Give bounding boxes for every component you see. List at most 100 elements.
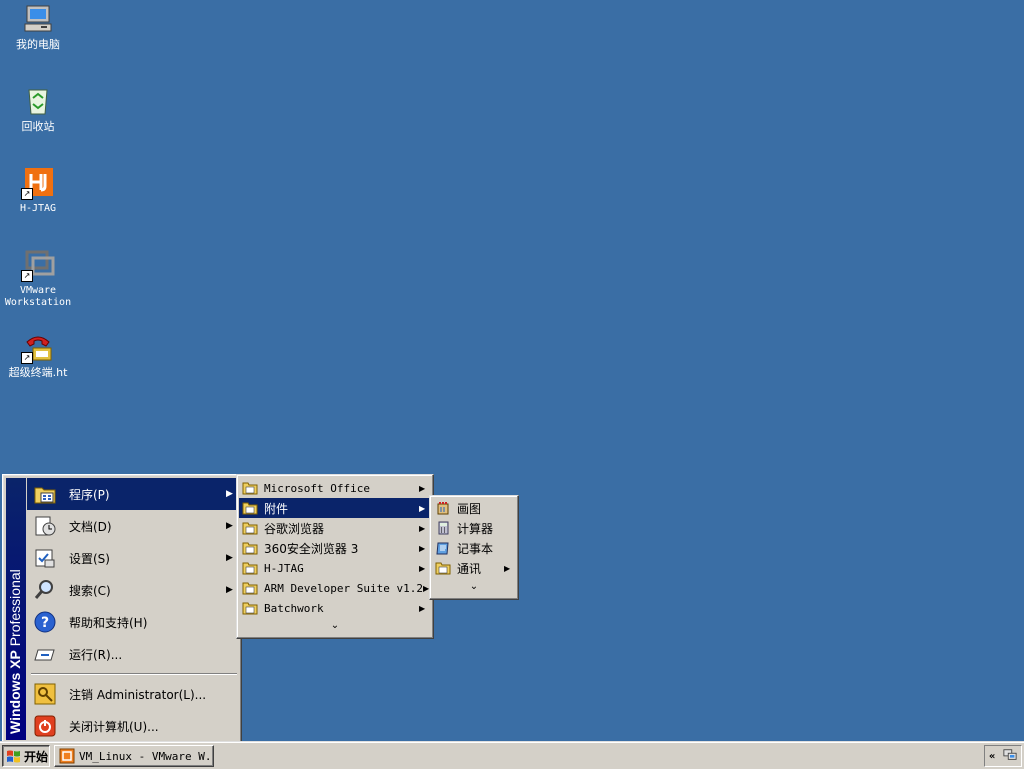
- folder-icon: [242, 561, 258, 575]
- accessories-item-paint[interactable]: 画图: [432, 498, 516, 518]
- desktop-icon-label-line2: Workstation: [4, 297, 72, 308]
- start-menu: Windows XP Professional 程序(P) ▶ 文档(D) ▶ …: [2, 474, 242, 744]
- taskbar: 开始 VM_Linux - VMware W... «: [0, 741, 1024, 769]
- settings-icon: [33, 546, 57, 570]
- shortcut-arrow-icon: ↗: [21, 188, 33, 200]
- accessories-item-notepad[interactable]: 记事本: [432, 538, 516, 558]
- accessories-item-communications[interactable]: 通讯 ▶: [432, 558, 516, 578]
- desktop-icon-hyperterminal[interactable]: ↗ 超级终端.ht: [0, 330, 76, 379]
- tray-expand-chevron-icon[interactable]: «: [989, 751, 995, 762]
- expand-menu-chevron-icon[interactable]: ⌄: [430, 580, 518, 594]
- start-item-label: 文档(D): [69, 519, 112, 534]
- start-item-label: 帮助和支持(H): [69, 615, 148, 630]
- start-item-programs[interactable]: 程序(P) ▶: [27, 478, 238, 510]
- submenu-arrow-icon: ▶: [226, 521, 233, 531]
- run-icon: [33, 642, 57, 666]
- accessories-item-label: 记事本: [457, 541, 494, 556]
- banner-edition: Professional: [7, 569, 23, 647]
- start-item-label: 设置(S): [69, 551, 110, 566]
- desktop-icon-my-computer[interactable]: 我的电脑: [0, 2, 76, 51]
- programs-item-arm-developer-suite[interactable]: ARM Developer Suite v1.2 ▶: [239, 578, 431, 598]
- start-item-settings[interactable]: 设置(S) ▶: [27, 542, 238, 574]
- desktop-icon-recycle-bin[interactable]: 回收站: [0, 84, 76, 133]
- accessories-item-calculator[interactable]: 计算器: [432, 518, 516, 538]
- start-item-label: 运行(R)...: [69, 647, 123, 662]
- vmware-icon: [59, 748, 75, 764]
- accessories-submenu: 画图 计算器 记事本 通讯 ▶ ⌄: [429, 495, 519, 600]
- programs-item-360-browser[interactable]: 360安全浏览器 3 ▶: [239, 538, 431, 558]
- desktop-icon-hjtag[interactable]: ↗ H-JTAG: [0, 166, 76, 215]
- network-tray-icon[interactable]: [1003, 748, 1017, 765]
- programs-item-label: H-JTAG: [264, 561, 304, 575]
- start-item-label: 搜索(C): [69, 583, 111, 598]
- accessories-item-label: 计算器: [457, 521, 494, 536]
- start-button-label: 开始: [24, 749, 49, 764]
- folder-icon: [435, 561, 451, 575]
- start-item-search[interactable]: 搜索(C) ▶: [27, 574, 238, 606]
- folder-icon: [242, 481, 258, 495]
- programs-item-label: 360安全浏览器 3: [264, 541, 359, 556]
- submenu-arrow-icon: ▶: [419, 603, 426, 613]
- expand-menu-chevron-icon[interactable]: ⌄: [237, 619, 433, 633]
- notepad-icon: [435, 541, 451, 555]
- programs-icon: [33, 482, 57, 506]
- programs-item-label: 谷歌浏览器: [264, 521, 325, 536]
- system-tray: «: [984, 745, 1022, 767]
- start-item-logoff[interactable]: 注销 Administrator(L)...: [27, 678, 238, 710]
- folder-icon: [242, 501, 258, 515]
- hjtag-icon: ↗: [21, 166, 55, 200]
- submenu-arrow-icon: ▶: [419, 543, 426, 553]
- folder-icon: [242, 541, 258, 555]
- start-item-label: 程序(P): [69, 487, 110, 502]
- programs-submenu: Microsoft Office ▶ 附件 ▶ 谷歌浏览器 ▶ 360安全浏览器…: [236, 474, 434, 639]
- start-button[interactable]: 开始: [2, 745, 50, 767]
- desktop-icon-vmware[interactable]: ↗ VMware Workstation: [0, 248, 76, 309]
- desktop-icon-label: H-JTAG: [19, 203, 57, 214]
- taskbar-button-label: VM_Linux - VMware W...: [79, 749, 214, 763]
- submenu-arrow-icon: ▶: [419, 503, 426, 513]
- submenu-arrow-icon: ▶: [419, 523, 426, 533]
- taskbar-button-vmware[interactable]: VM_Linux - VMware W...: [54, 745, 214, 767]
- start-item-shutdown[interactable]: 关闭计算机(U)...: [27, 710, 238, 742]
- start-item-label: 注销 Administrator(L)...: [69, 687, 207, 702]
- documents-icon: [33, 514, 57, 538]
- folder-icon: [242, 521, 258, 535]
- submenu-arrow-icon: ▶: [226, 489, 233, 499]
- programs-item-label: Batchwork: [264, 601, 324, 615]
- calculator-icon: [435, 521, 451, 535]
- recycle-bin-icon: [21, 84, 55, 118]
- submenu-arrow-icon: ▶: [419, 483, 426, 493]
- submenu-arrow-icon: ▶: [419, 563, 426, 573]
- submenu-arrow-icon: ▶: [226, 585, 233, 595]
- programs-item-batchwork[interactable]: Batchwork ▶: [239, 598, 431, 618]
- folder-icon: [242, 581, 258, 595]
- programs-item-hjtag[interactable]: H-JTAG ▶: [239, 558, 431, 578]
- start-item-label: 关闭计算机(U)...: [69, 719, 159, 734]
- hyperterminal-icon: ↗: [21, 330, 55, 364]
- programs-item-label: Microsoft Office: [264, 481, 370, 495]
- submenu-arrow-icon: ▶: [504, 563, 511, 573]
- desktop-icon-label: 回收站: [21, 120, 55, 133]
- programs-item-label: ARM Developer Suite v1.2: [264, 581, 423, 595]
- start-item-documents[interactable]: 文档(D) ▶: [27, 510, 238, 542]
- my-computer-icon: [21, 2, 55, 36]
- accessories-item-label: 画图: [457, 501, 482, 516]
- start-item-run[interactable]: 运行(R)...: [27, 638, 238, 670]
- windows-flag-icon: [6, 749, 22, 763]
- desktop-icon-label: 超级终端.ht: [8, 366, 68, 379]
- banner-brand: Windows XP: [7, 650, 23, 734]
- programs-item-accessories[interactable]: 附件 ▶: [239, 498, 431, 518]
- programs-item-google-chrome[interactable]: 谷歌浏览器 ▶: [239, 518, 431, 538]
- desktop-icon-label-line1: VMware: [19, 285, 57, 296]
- vmware-icon: ↗: [21, 248, 55, 282]
- shortcut-arrow-icon: ↗: [21, 270, 33, 282]
- programs-item-microsoft-office[interactable]: Microsoft Office ▶: [239, 478, 431, 498]
- help-icon: ?: [33, 610, 57, 634]
- accessories-item-label: 通讯: [457, 561, 482, 576]
- start-item-help[interactable]: ? 帮助和支持(H): [27, 606, 238, 638]
- desktop-icon-label: 我的电脑: [16, 38, 60, 51]
- search-icon: [33, 578, 57, 602]
- shortcut-arrow-icon: ↗: [21, 352, 33, 364]
- programs-item-label: 附件: [264, 501, 289, 516]
- folder-icon: [242, 601, 258, 615]
